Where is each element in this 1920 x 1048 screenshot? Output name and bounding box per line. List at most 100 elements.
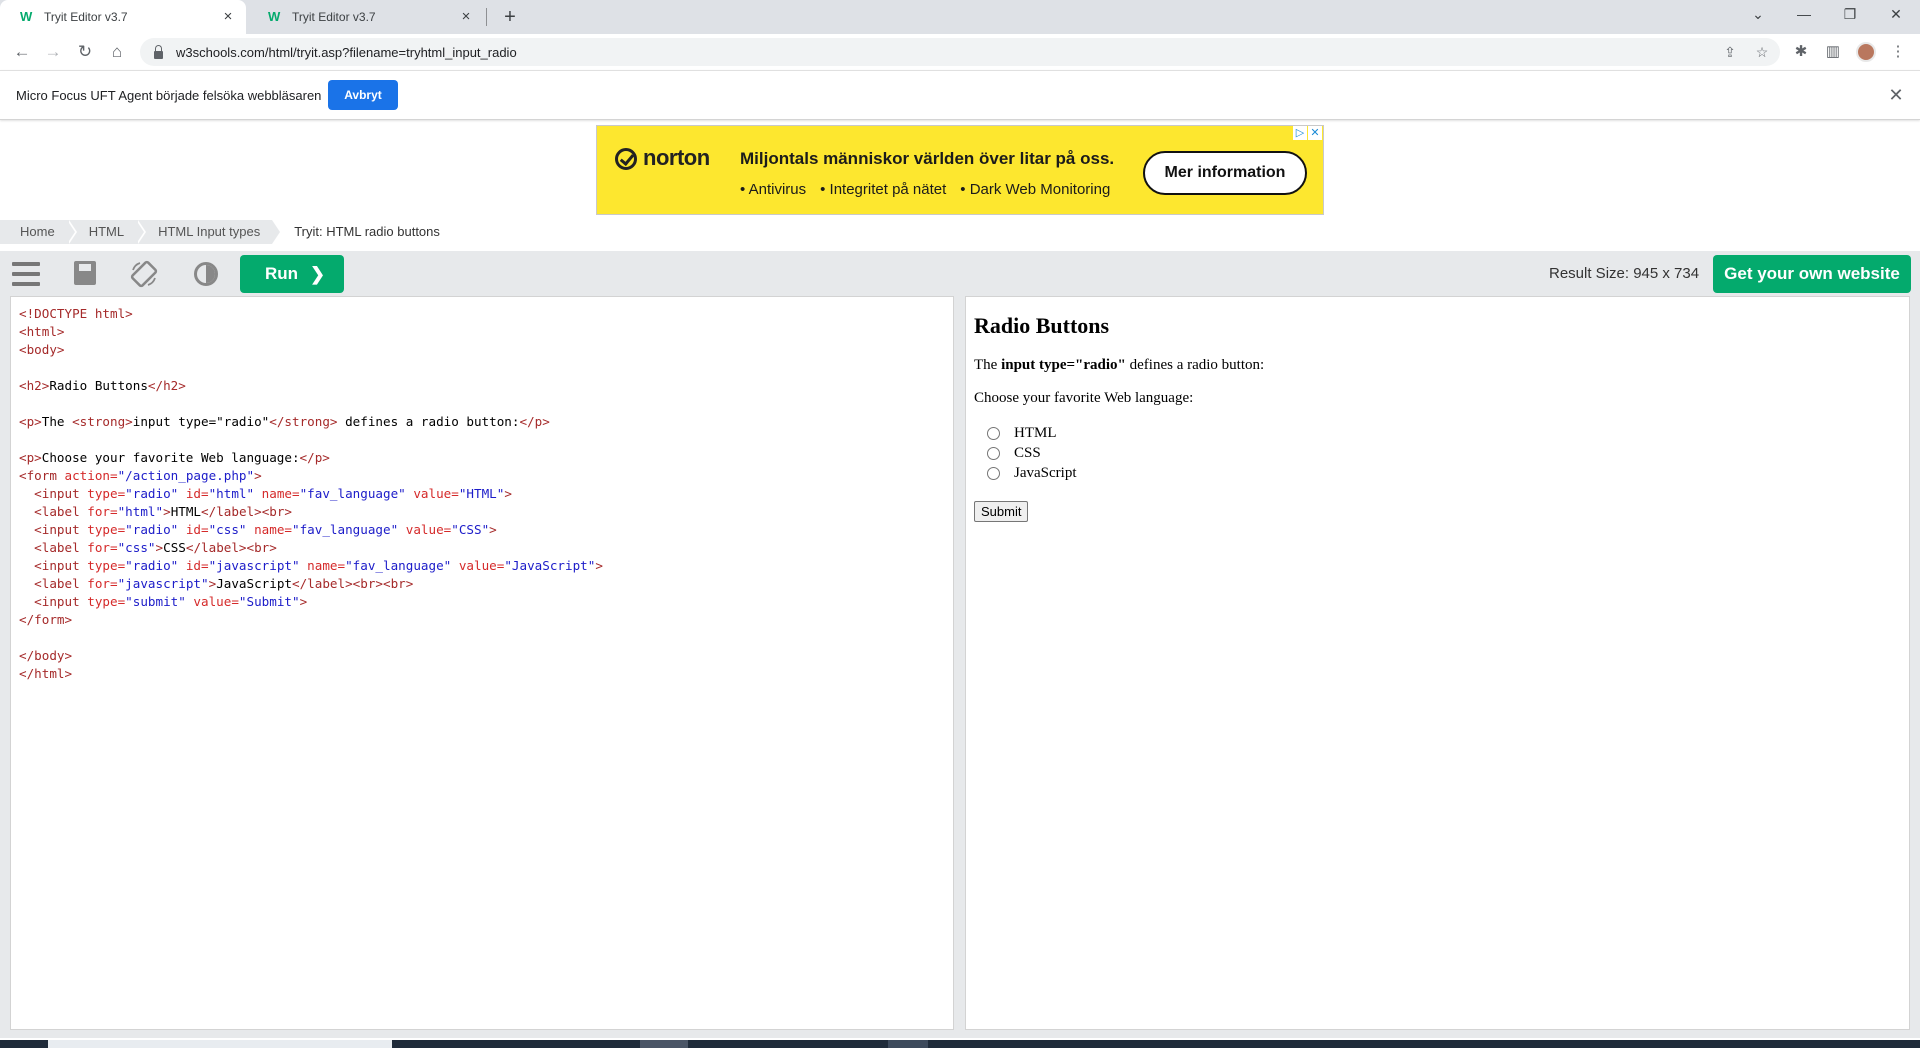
taskbar-app-button[interactable] [888,1040,928,1048]
tab-title: Tryit Editor v3.7 [44,10,128,24]
side-panel-icon[interactable]: ▥ [1821,40,1845,64]
code-line[interactable]: <h2>Radio Buttons</h2> [19,377,603,395]
code-line[interactable]: <label for="html">HTML</label><br> [19,503,603,521]
browser-menu-icon[interactable]: ⋮ [1886,40,1910,64]
home-icon[interactable]: ⌂ [105,40,129,64]
minimize-window-button[interactable]: — [1781,0,1827,30]
ad-headline: Miljontals människor världen över litar … [740,149,1115,168]
code-line[interactable]: <input type="radio" id="css" name="fav_l… [19,521,603,539]
code-line[interactable]: </html> [19,665,603,683]
radio-label[interactable]: JavaScript [1014,465,1076,482]
code-line[interactable]: </body> [19,647,603,665]
restore-window-button[interactable]: ❐ [1827,0,1873,30]
new-tab-button[interactable]: + [498,5,522,29]
code-line[interactable]: <html> [19,323,603,341]
code-line[interactable]: </form> [19,611,603,629]
close-infobar-icon[interactable]: ✕ [1885,84,1907,106]
radio-button[interactable] [987,446,1000,460]
code-line[interactable] [19,395,603,413]
code-token: > [504,486,512,501]
run-button[interactable]: Run ❯ [240,255,344,293]
radio-option-css[interactable]: CSS [974,443,1264,463]
breadcrumb-home[interactable]: Home [0,220,77,244]
adchoices-icon[interactable]: ▷ [1293,126,1307,140]
lock-icon[interactable] [152,45,164,59]
bookmark-star-icon[interactable]: ☆ [1752,42,1772,62]
cancel-debugging-button[interactable]: Avbryt [328,80,398,110]
code-token: for= [79,504,118,519]
code-line[interactable]: <input type="submit" value="Submit"> [19,593,603,611]
close-ad-icon[interactable]: ✕ [1308,126,1322,140]
url-text[interactable]: w3schools.com/html/tryit.asp?filename=tr… [176,45,517,60]
code-token: <p> [19,450,42,465]
hamburger-menu-icon[interactable] [12,262,40,286]
code-token: <input [34,558,80,573]
tab-search-icon[interactable]: ⌄ [1735,0,1781,30]
code-line[interactable]: <body> [19,341,603,359]
extensions-icon[interactable]: ✱ [1789,40,1813,64]
code-token: value= [405,486,459,501]
result-frame[interactable]: Radio Buttons The input type="radio" def… [965,296,1910,1030]
reload-icon[interactable]: ↻ [73,40,97,64]
code-token: CSS [163,540,186,555]
rotate-orientation-icon[interactable] [130,260,158,288]
code-token: "radio" [125,558,179,573]
radio-label[interactable]: HTML [1014,425,1057,442]
norton-ad-banner[interactable]: norton Miljontals människor världen över… [596,125,1324,215]
code-line[interactable]: <form action="/action_page.php"> [19,467,603,485]
windows-taskbar [0,1040,1920,1048]
theme-contrast-icon[interactable] [194,262,218,286]
code-token: > [489,522,497,537]
submit-button[interactable]: Submit [974,501,1029,522]
code-token: value= [185,594,239,609]
w3schools-favicon-icon: W [268,9,281,24]
radio-option-html[interactable]: HTML [974,423,1264,443]
get-your-own-website-button[interactable]: Get your own website [1713,255,1911,293]
ad-bullet: • Dark Web Monitoring [960,181,1111,198]
ad-more-info-button[interactable]: Mer information [1143,151,1307,195]
code-token: "html" [208,486,255,501]
save-icon[interactable] [74,261,96,285]
code-line[interactable]: <p>Choose your favorite Web language:</p… [19,449,603,467]
code-token: HTML [170,504,202,519]
forward-icon[interactable]: → [41,40,65,64]
code-token: <input [34,522,80,537]
close-tab-icon[interactable]: × [458,9,474,25]
code-token: defines a radio button: [337,414,520,429]
code-token: The [41,414,73,429]
radio-option-javascript[interactable]: JavaScript [974,463,1264,483]
code-token: Choose your favorite Web language: [41,450,300,465]
share-icon[interactable]: ⇪ [1720,42,1740,62]
close-window-button[interactable]: ✕ [1873,0,1919,30]
code-line[interactable]: <!DOCTYPE html> [19,305,603,323]
code-line[interactable]: <label for="javascript">JavaScript</labe… [19,575,603,593]
radio-button[interactable] [987,466,1000,480]
code-line[interactable]: <input type="radio" id="html" name="fav_… [19,485,603,503]
close-tab-icon[interactable]: × [220,9,236,25]
code-editor[interactable]: <!DOCTYPE html> <html> <body> <h2>Radio Bu… [10,296,954,1030]
code-token: "JavaScript" [504,558,596,573]
code-token: <html> [19,324,65,339]
breadcrumb-html[interactable]: HTML [66,220,147,244]
address-bar[interactable]: w3schools.com/html/tryit.asp?filename=tr… [140,38,1780,66]
code-line[interactable] [19,359,603,377]
profile-avatar[interactable] [1856,42,1876,62]
code-line[interactable]: <input type="radio" id="javascript" name… [19,557,603,575]
tab-tryit-editor-1[interactable]: W Tryit Editor v3.7 × [0,0,246,34]
back-icon[interactable]: ← [10,40,34,64]
taskbar-search-box[interactable] [48,1040,392,1048]
code-line[interactable]: <p>The <strong>input type="radio"</stron… [19,413,603,431]
code-token: "fav_language" [299,486,406,501]
breadcrumb-html-input-types[interactable]: HTML Input types [136,220,283,244]
code-line[interactable]: <label for="css">CSS</label><br> [19,539,603,557]
tab-tryit-editor-2[interactable]: W Tryit Editor v3.7 × [248,0,484,34]
breadcrumb-current: Tryit: HTML radio buttons [294,224,440,239]
code-line[interactable] [19,431,603,449]
radio-label[interactable]: CSS [1014,445,1041,462]
taskbar-app-button[interactable] [640,1040,688,1048]
code-line[interactable] [19,629,603,647]
code-token: "fav_language" [345,558,452,573]
radio-button[interactable] [987,426,1000,440]
code-content[interactable]: <!DOCTYPE html> <html> <body> <h2>Radio Bu… [19,305,603,683]
